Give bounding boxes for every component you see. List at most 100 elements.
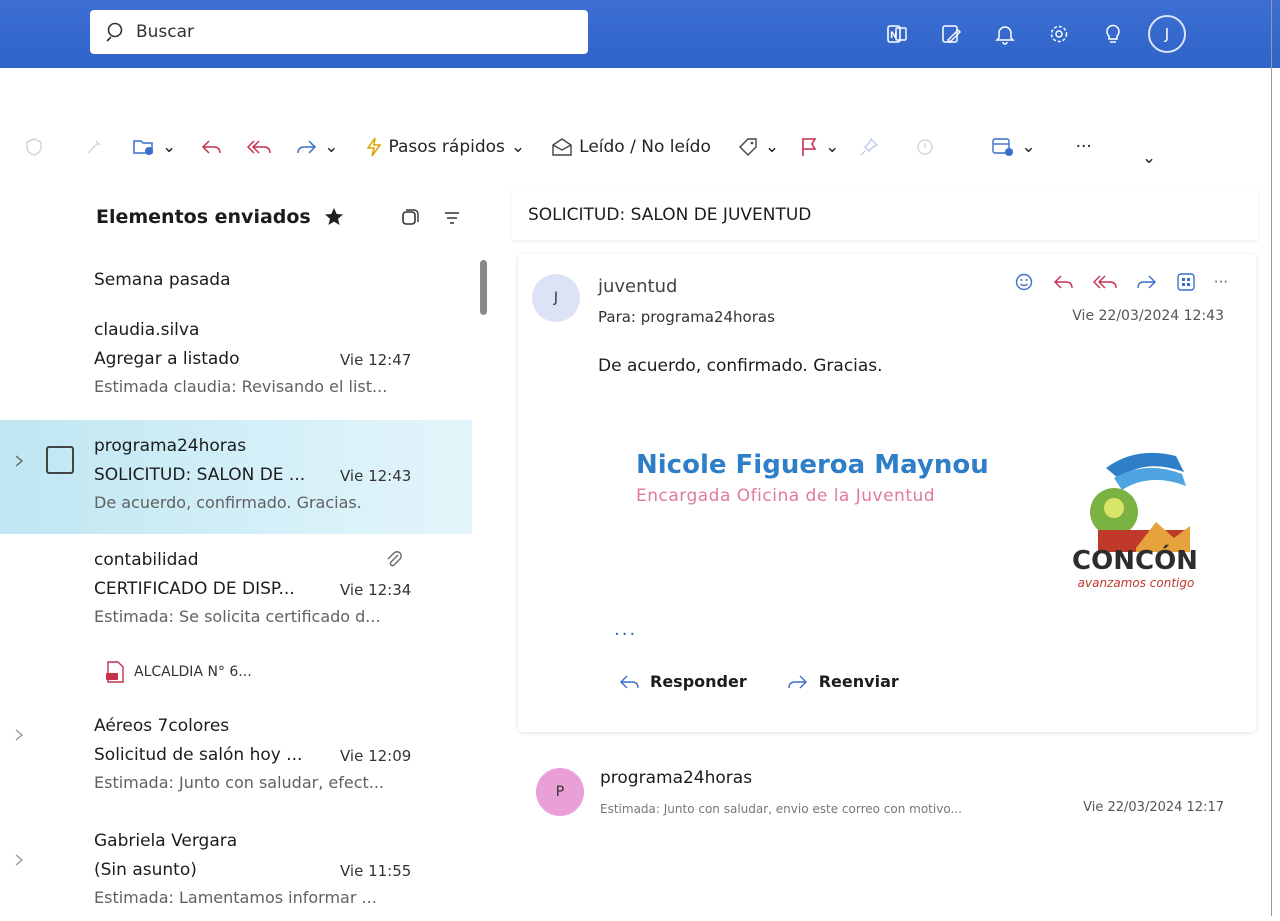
list-scrollbar[interactable]: [480, 260, 487, 315]
pin-icon[interactable]: [853, 127, 885, 167]
message-from[interactable]: juventud: [598, 276, 677, 297]
message-preview: Estimada: Junto con saludar, envio este …: [600, 802, 962, 816]
read-unread-button[interactable]: Leído / No leído: [545, 127, 717, 167]
pdf-file-icon: [106, 661, 124, 683]
message-from: programa24horas: [600, 768, 753, 788]
reply-icon[interactable]: [1052, 273, 1074, 291]
edit-note-icon[interactable]: [924, 14, 978, 54]
avatar-initial: J: [553, 290, 559, 306]
paperclip-icon: [387, 551, 402, 567]
sender-avatar: J: [532, 274, 580, 322]
reply-icon: [202, 140, 221, 154]
quick-steps-label: Pasos rápidos: [388, 137, 505, 157]
account-avatar[interactable]: J: [1140, 14, 1194, 54]
show-more-button[interactable]: ···: [614, 624, 637, 645]
group-header: Semana pasada: [94, 270, 231, 290]
mail-time: Vie 12:34: [340, 581, 412, 599]
chevron-right-icon[interactable]: [14, 454, 24, 468]
attachment-name: ALCALDIA N° 6...: [134, 664, 252, 680]
mail-item[interactable]: claudia.silva Agregar a listado Vie 12:4…: [0, 320, 472, 406]
star-icon[interactable]: [323, 206, 345, 228]
forward-button[interactable]: ⌄: [290, 127, 344, 167]
chevron-down-icon: ⌄: [825, 137, 840, 157]
view-settings-button[interactable]: ⌄: [985, 127, 1041, 167]
lightning-icon: [366, 137, 381, 157]
mail-item[interactable]: Aéreos 7colores Solicitud de salón hoy .…: [0, 716, 472, 806]
message-date: Vie 22/03/2024 12:43: [1072, 308, 1224, 324]
attachment-chip[interactable]: ALCALDIA N° 6...: [104, 660, 252, 684]
move-to-folder-button[interactable]: ⌄: [126, 127, 182, 167]
read-unread-label: Leído / No leído: [579, 137, 711, 157]
forward-button[interactable]: Reenviar: [787, 672, 899, 691]
chevron-down-icon: ⌄: [764, 137, 780, 157]
reply-button[interactable]: Responder: [618, 672, 747, 691]
svg-text:N: N: [890, 31, 898, 41]
tag-icon: [738, 138, 757, 156]
mail-item[interactable]: Gabriela Vergara (Sin asunto) Vie 11:55 …: [0, 831, 472, 921]
mail-subject: Agregar a listado: [94, 349, 240, 369]
shield-icon[interactable]: [18, 127, 50, 167]
conversation-subject: SOLICITUD: SALON DE JUVENTUD: [528, 205, 812, 225]
chevron-down-icon: ⌄: [162, 137, 177, 157]
tag-button[interactable]: ⌄: [731, 127, 785, 167]
emoji-icon[interactable]: [1014, 272, 1034, 292]
quick-steps-button[interactable]: Pasos rápidos ⌄: [359, 127, 532, 167]
mail-preview: Estimada: Lamentamos informar ...: [94, 888, 377, 907]
more-options-label: ···: [1075, 137, 1092, 157]
mail-preview: Estimada claudia: Revisando el list...: [94, 377, 388, 396]
mail-item[interactable]: contabilidad CERTIFICADO DE DISP... Vie …: [0, 550, 472, 700]
onenote-icon[interactable]: N: [870, 14, 924, 54]
reading-pane: SOLICITUD: SALON DE JUVENTUD J juventud …: [500, 188, 1270, 916]
select-checkbox[interactable]: [46, 446, 74, 474]
command-ribbon: ⌄ ⌄ Pasos rápidos ⌄ Leído / No leído ⌄ ⌄ …: [0, 118, 1280, 176]
mail-sender: contabilidad: [94, 550, 199, 570]
snooze-icon[interactable]: [909, 127, 941, 167]
avatar-initial: P: [555, 784, 565, 800]
mail-time: Vie 12:09: [340, 747, 412, 765]
reply-button[interactable]: [194, 127, 228, 167]
folder-title: Elementos enviados: [96, 206, 345, 228]
logo-wordmark: CONCÓN: [1072, 546, 1198, 576]
conversation-subject-bar: SOLICITUD: SALON DE JUVENTUD: [512, 188, 1258, 240]
mail-time: Vie 12:47: [340, 351, 412, 369]
flag-button[interactable]: ⌄: [793, 127, 845, 167]
chevron-down-icon: ⌄: [510, 137, 526, 157]
mail-item-selected[interactable]: programa24horas SOLICITUD: SALON DE ... …: [0, 420, 472, 534]
mail-sender: Aéreos 7colores: [94, 716, 230, 736]
chevron-right-icon[interactable]: [14, 728, 24, 742]
reply-all-button[interactable]: [240, 127, 278, 167]
select-mode-icon[interactable]: [400, 208, 420, 228]
forward-icon: [788, 675, 807, 688]
mail-subject: CERTIFICADO DE DISP...: [94, 579, 295, 599]
message-list-pane: Elementos enviados Semana pasada claudia…: [0, 188, 492, 916]
more-icon[interactable]: ···: [1214, 273, 1228, 291]
account-initial: J: [1148, 15, 1186, 53]
apps-grid-icon[interactable]: [1176, 272, 1196, 292]
forward-label: Reenviar: [818, 672, 899, 691]
collapsed-message[interactable]: P programa24horas Estimada: Junto con sa…: [518, 748, 1256, 832]
folder-title-text: Elementos enviados: [96, 206, 311, 228]
logo-tagline: avanzamos contigo: [1077, 576, 1195, 590]
mail-time: Vie 12:43: [340, 467, 412, 485]
reply-all-icon[interactable]: [1092, 273, 1118, 291]
gear-icon[interactable]: [1032, 14, 1086, 54]
message-date: Vie 22/03/2024 12:17: [1083, 800, 1224, 815]
signature-name: Nicole Figueroa Maynou: [636, 450, 989, 480]
mail-subject: SOLICITUD: SALON DE ...: [94, 465, 306, 485]
mail-preview: Estimada: Junto con saludar, efect...: [94, 773, 385, 792]
more-options-button[interactable]: ···: [1070, 127, 1098, 167]
sweep-icon[interactable]: [78, 127, 110, 167]
search-box[interactable]: Buscar: [90, 10, 588, 54]
mail-sender: claudia.silva: [94, 320, 200, 340]
lightbulb-icon[interactable]: [1086, 14, 1140, 54]
bell-icon[interactable]: [978, 14, 1032, 54]
chevron-down-icon: ⌄: [324, 137, 339, 157]
forward-icon[interactable]: [1136, 273, 1158, 291]
ribbon-expand-icon[interactable]: ⌄: [1136, 138, 1162, 178]
message-actions: ···: [1014, 272, 1228, 292]
chevron-right-icon[interactable]: [14, 853, 24, 867]
folder-move-icon: [133, 140, 153, 155]
flag-icon: [802, 138, 817, 156]
message-to: Para: programa24horas: [598, 308, 775, 326]
filter-icon[interactable]: [442, 208, 462, 228]
